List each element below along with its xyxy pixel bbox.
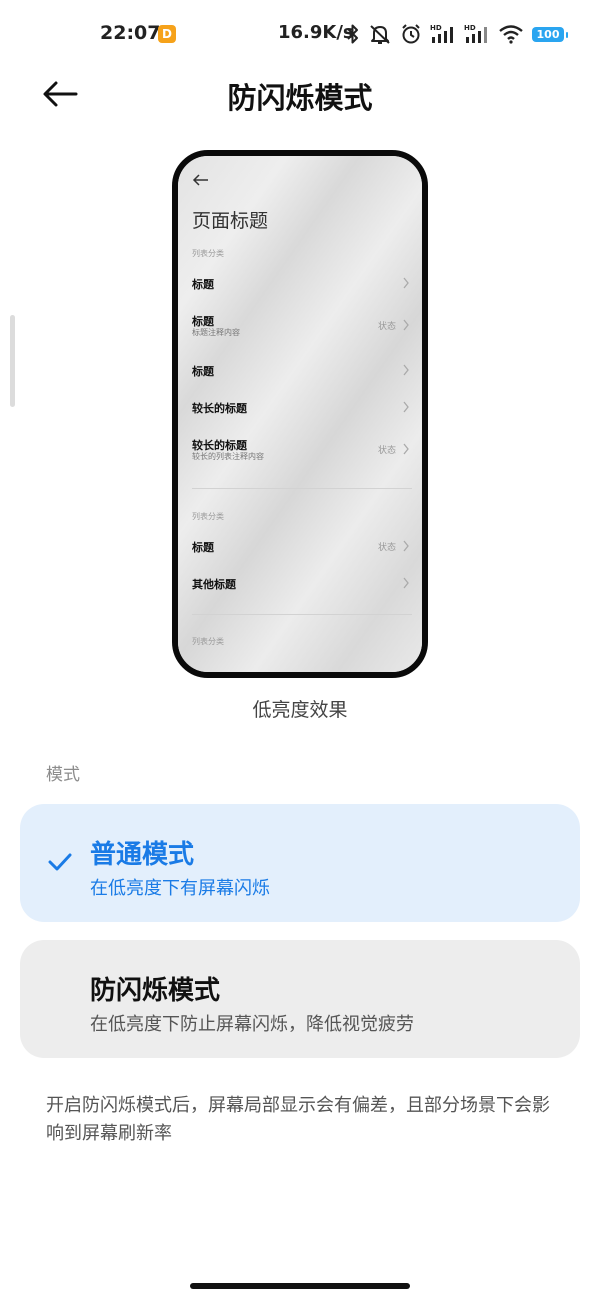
preview-item-subtitle: 较长的列表注释内容 <box>192 452 264 461</box>
low-brightness-preview: 页面标题 列表分类 标题 标题 标题注释内容 状态 标题 较长的标题 较长的标题… <box>172 150 428 678</box>
preview-item-title: 其他标题 <box>192 578 236 591</box>
preview-item-status: 状态 <box>377 543 396 553</box>
battery-icon: 100 <box>532 26 568 42</box>
preview-item-title: 标题 <box>192 278 214 291</box>
preview-section-label: 列表分类 <box>192 512 224 521</box>
preview-item-status: 状态 <box>377 322 396 332</box>
scroll-indicator <box>10 315 15 407</box>
preview-screen: 页面标题 列表分类 标题 标题 标题注释内容 状态 标题 较长的标题 较长的标题… <box>178 156 422 672</box>
preview-item-status: 状态 <box>377 446 396 456</box>
signal-hd-icon: HD <box>464 24 487 43</box>
preview-item-subtitle: 标题注释内容 <box>192 328 240 337</box>
hd-label: HD <box>430 24 442 32</box>
checkmark-icon <box>48 853 72 871</box>
anti-flicker-mode-option[interactable]: 防闪烁模式 在低亮度下防止屏幕闪烁，降低视觉疲劳 <box>20 940 580 1058</box>
home-indicator[interactable] <box>190 1283 410 1289</box>
preview-list-item: 标题 <box>192 276 412 306</box>
preview-item-title: 标题 <box>192 541 214 554</box>
chevron-right-icon <box>403 319 409 331</box>
option-description: 在低亮度下有屏幕闪烁 <box>90 878 270 899</box>
status-time: 22:07 <box>100 22 161 44</box>
chevron-right-icon <box>403 577 409 589</box>
chevron-right-icon <box>403 443 409 455</box>
preview-section-label: 列表分类 <box>192 249 224 258</box>
preview-section-label: 列表分类 <box>192 637 224 646</box>
preview-page-title: 页面标题 <box>192 210 269 232</box>
preview-divider <box>192 488 412 489</box>
app-badge-icon: D <box>158 25 176 43</box>
footnote-text: 开启防闪烁模式后，屏幕局部显示会有偏差，且部分场景下会影响到屏幕刷新率 <box>46 1095 550 1144</box>
option-title: 普通模式 <box>90 840 195 870</box>
preview-list-item: 标题 <box>192 363 412 393</box>
preview-item-title: 标题 <box>192 365 214 378</box>
preview-list-item: 标题 状态 <box>192 539 412 569</box>
preview-list-item: 其他标题 <box>192 576 412 606</box>
signal-hd-icon: HD <box>430 24 453 43</box>
page-title: 防闪烁模式 <box>227 81 373 115</box>
wifi-icon <box>499 25 523 44</box>
option-description: 在低亮度下防止屏幕闪烁，降低视觉疲劳 <box>90 1014 414 1035</box>
preview-list-item: 标题 标题注释内容 状态 <box>192 313 412 343</box>
preview-divider <box>192 614 412 615</box>
hd-label: HD <box>464 24 476 32</box>
mode-section-label: 模式 <box>46 765 80 785</box>
preview-caption: 低亮度效果 <box>252 699 348 721</box>
chevron-right-icon <box>403 401 409 413</box>
preview-item-title: 较长的标题 <box>192 402 247 415</box>
normal-mode-option[interactable]: 普通模式 在低亮度下有屏幕闪烁 <box>20 804 580 922</box>
option-title: 防闪烁模式 <box>90 976 221 1006</box>
status-bar: 22:07 D 16.9K/s HD HD 100 <box>0 0 600 70</box>
mute-icon <box>370 25 390 44</box>
preview-back-icon <box>192 174 208 186</box>
bluetooth-icon <box>347 24 358 44</box>
preview-list-item: 较长的标题 <box>192 400 412 430</box>
chevron-right-icon <box>403 364 409 376</box>
preview-list-item: 较长的标题 较长的列表注释内容 状态 <box>192 437 412 467</box>
network-speed: 16.9K/s <box>278 22 354 43</box>
status-icons: HD HD 100 <box>346 20 568 48</box>
alarm-icon <box>402 24 420 44</box>
chevron-right-icon <box>403 540 409 552</box>
chevron-right-icon <box>403 277 409 289</box>
